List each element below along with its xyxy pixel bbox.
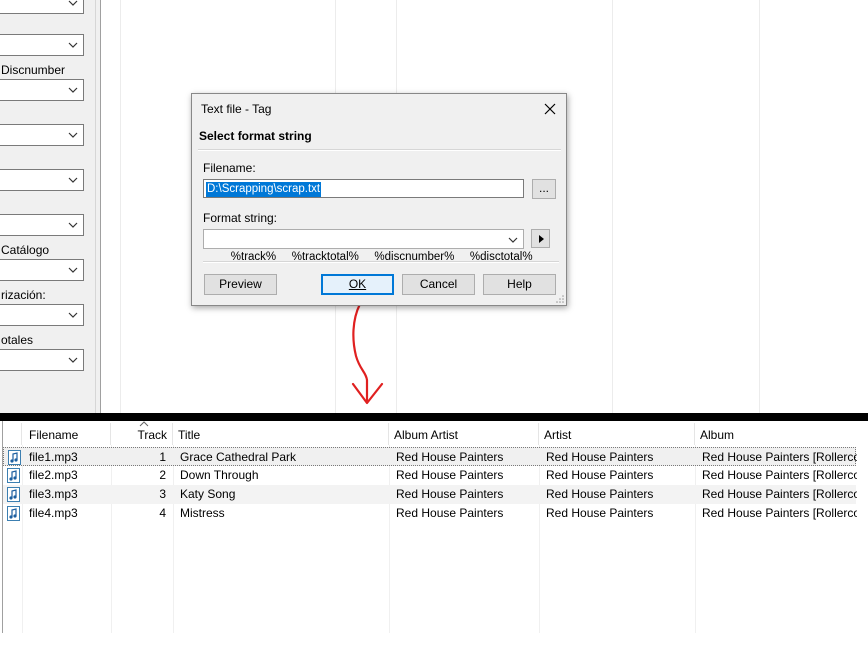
chevron-down-icon	[68, 177, 78, 183]
help-button[interactable]: Help	[483, 274, 556, 295]
help-button-label: Help	[507, 277, 532, 291]
format-string-combo[interactable]: %track% %tracktotal% %discnumber% %disct…	[203, 229, 533, 263]
catalogo-combo[interactable]	[0, 259, 84, 281]
title-cell: Grace Cathedral Park	[180, 450, 297, 464]
audio-file-icon	[7, 487, 20, 502]
column-header-track[interactable]: Track	[111, 421, 173, 445]
title-cell: Mistress	[180, 506, 225, 520]
chevron-down-icon	[68, 132, 78, 138]
tag-field-combo-4[interactable]	[0, 124, 84, 146]
tag-field-combo-2[interactable]	[0, 34, 84, 56]
sort-up-icon	[139, 421, 149, 427]
chevron-down-icon	[68, 267, 78, 273]
filename-value: D:\Scrapping\scrap.txt	[206, 182, 322, 197]
table-row[interactable]: file2.mp3 2 Down Through Red House Paint…	[3, 466, 857, 485]
column-header-album-artist[interactable]: Album Artist	[389, 423, 539, 445]
chevron-down-icon	[68, 222, 78, 228]
dialog-subtitle: Select format string	[199, 129, 312, 143]
divider	[198, 149, 561, 151]
format-menu-button[interactable]	[531, 229, 550, 248]
filename-cell: file2.mp3	[29, 468, 78, 482]
discnumber-label: Discnumber	[1, 63, 66, 77]
table-row[interactable]: file4.mp3 4 Mistress Red House Painters …	[3, 504, 857, 523]
title-cell: Down Through	[180, 468, 259, 482]
filename-input[interactable]: D:\Scrapping\scrap.txt	[203, 179, 524, 198]
totales-combo[interactable]	[0, 349, 84, 371]
artist-cell: Red House Painters	[546, 506, 654, 520]
rizacion-label: rización:	[1, 288, 46, 302]
column-header-filename[interactable]: Filename	[22, 423, 111, 445]
artist-cell: Red House Painters	[546, 450, 654, 464]
chevron-down-icon	[68, 357, 78, 363]
artist-cell: Red House Painters	[546, 468, 654, 482]
table-row[interactable]: file3.mp3 3 Katy Song Red House Painters…	[3, 485, 857, 504]
dialog-title: Text file - Tag	[201, 102, 272, 116]
album-artist-cell: Red House Painters	[396, 450, 504, 464]
album-artist-cell: Red House Painters	[396, 487, 504, 501]
text-file-tag-dialog: Text file - Tag Select format string Fil…	[191, 93, 567, 306]
chevron-down-icon	[68, 42, 78, 48]
grid-line	[612, 0, 613, 413]
album-cell: Red House Painters [Rollerco...	[702, 487, 857, 501]
hand-drawn-arrow	[351, 302, 384, 405]
track-cell: 4	[159, 506, 166, 520]
track-cell: 2	[159, 468, 166, 482]
file-list[interactable]: Filename Track Title Album Artist Artist…	[0, 421, 868, 662]
filename-label: Filename:	[203, 161, 256, 175]
filename-cell: file3.mp3	[29, 487, 78, 501]
close-icon[interactable]	[540, 99, 560, 119]
resize-grip-icon[interactable]	[556, 295, 564, 303]
ok-button[interactable]: OK	[321, 274, 394, 295]
audio-file-icon	[7, 468, 20, 483]
filename-cell: file4.mp3	[29, 506, 78, 520]
chevron-down-icon	[68, 0, 78, 6]
track-cell: 1	[159, 450, 166, 464]
divider-band	[0, 413, 868, 421]
tag-field-combo-1[interactable]	[0, 0, 84, 14]
catalogo-label: Catálogo	[1, 243, 50, 257]
tag-field-combo-5[interactable]	[0, 169, 84, 191]
column-header-title[interactable]: Title	[173, 423, 389, 445]
tag-panel: Discnumber Catálogo rización: otales	[0, 0, 95, 413]
chevron-right-icon	[539, 235, 544, 243]
artist-cell: Red House Painters	[546, 487, 654, 501]
preview-button[interactable]: Preview	[204, 274, 277, 295]
column-header-album[interactable]: Album	[695, 423, 856, 445]
filename-cell: file1.mp3	[29, 450, 78, 464]
discnumber-combo[interactable]	[0, 79, 84, 101]
icon-column-header[interactable]	[3, 423, 22, 445]
audio-file-icon	[7, 506, 20, 521]
list-header: Filename Track Title Album Artist Artist…	[3, 421, 856, 445]
divider	[203, 261, 559, 263]
column-header-track-label: Track	[137, 428, 167, 442]
album-artist-cell: Red House Painters	[396, 468, 504, 482]
album-artist-cell: Red House Painters	[396, 506, 504, 520]
column-header-artist[interactable]: Artist	[539, 423, 695, 445]
cancel-button-label: Cancel	[419, 277, 458, 291]
album-cell: Red House Painters [Rollerco...	[702, 450, 857, 464]
totales-label: otales	[1, 333, 34, 347]
format-string-label: Format string:	[203, 211, 278, 225]
table-row[interactable]: file1.mp3 1 Grace Cathedral Park Red Hou…	[3, 447, 857, 466]
rizacion-combo[interactable]	[0, 304, 84, 326]
chevron-down-icon	[68, 87, 78, 93]
browse-button[interactable]: ...	[532, 179, 556, 199]
track-cell: 3	[159, 487, 166, 501]
chevron-down-icon	[508, 237, 518, 243]
chevron-down-icon	[68, 312, 78, 318]
album-cell: Red House Painters [Rollerco...	[702, 506, 857, 520]
audio-file-icon	[8, 450, 21, 465]
grid-line	[759, 0, 760, 413]
album-cell: Red House Painters [Rollerco...	[702, 468, 857, 482]
cancel-button[interactable]: Cancel	[402, 274, 475, 295]
title-cell: Katy Song	[180, 487, 236, 501]
tag-field-combo-6[interactable]	[0, 214, 84, 236]
ok-button-label: OK	[348, 277, 367, 291]
grid-line	[120, 0, 121, 413]
